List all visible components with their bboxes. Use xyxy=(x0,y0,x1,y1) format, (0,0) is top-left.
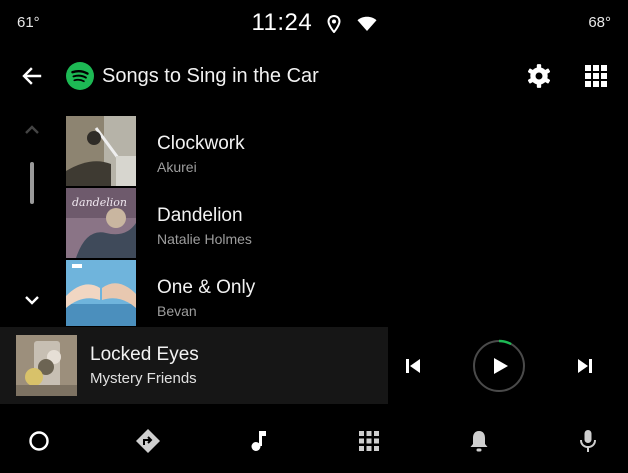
wifi-icon xyxy=(357,16,377,31)
scroll-down-chevron-icon[interactable] xyxy=(22,290,42,310)
location-icon xyxy=(327,14,341,33)
now-playing-bar[interactable]: Locked Eyes Mystery Friends xyxy=(0,327,628,404)
album-art xyxy=(66,260,136,326)
bottom-nav xyxy=(0,410,628,473)
microphone-icon[interactable] xyxy=(575,428,601,454)
play-icon xyxy=(494,358,508,374)
scrollbar-thumb[interactable] xyxy=(30,162,34,204)
now-playing-artist: Mystery Friends xyxy=(90,370,197,387)
music-icon[interactable] xyxy=(245,428,271,454)
skip-previous-icon[interactable] xyxy=(402,355,424,377)
list-item[interactable]: dandelion Dandelion Natalie Holmes xyxy=(66,188,386,260)
track-list: Clockwork Akurei dandelion Dandelion Nat… xyxy=(66,116,386,326)
clock-group: 11:24 xyxy=(0,9,628,37)
track-artist: Akurei xyxy=(157,159,197,175)
gear-icon[interactable] xyxy=(526,63,552,89)
track-artist: Bevan xyxy=(157,303,197,319)
track-artist: Natalie Holmes xyxy=(157,231,252,247)
now-playing-info[interactable]: Locked Eyes Mystery Friends xyxy=(0,327,388,404)
clock: 11:24 xyxy=(251,9,313,36)
skip-next-icon[interactable] xyxy=(574,355,596,377)
album-art: dandelion xyxy=(66,188,136,258)
track-title: Dandelion xyxy=(157,205,243,226)
album-art xyxy=(66,116,136,186)
page-title: Songs to Sing in the Car xyxy=(102,65,319,87)
navigation-icon[interactable] xyxy=(135,428,161,454)
apps-grid-icon[interactable] xyxy=(356,428,382,454)
status-bar: 61° 11:24 68° xyxy=(0,0,628,46)
home-icon[interactable] xyxy=(26,428,52,454)
album-art-lettering: dandelion xyxy=(72,196,127,209)
now-playing-title: Locked Eyes xyxy=(90,344,199,365)
cabin-temperature: 68° xyxy=(588,14,611,31)
header: Songs to Sing in the Car xyxy=(0,52,628,100)
back-arrow-icon[interactable] xyxy=(20,64,44,88)
track-title: One & Only xyxy=(157,277,256,298)
scroll-up-chevron-icon[interactable] xyxy=(22,120,42,140)
now-playing-album-art xyxy=(16,335,77,396)
play-button[interactable] xyxy=(472,339,526,393)
notifications-icon[interactable] xyxy=(466,428,492,454)
track-title: Clockwork xyxy=(157,133,245,154)
apps-grid-icon[interactable] xyxy=(584,64,608,88)
spotify-icon xyxy=(66,62,94,90)
list-item[interactable]: One & Only Bevan xyxy=(66,260,386,326)
list-item[interactable]: Clockwork Akurei xyxy=(66,116,386,188)
